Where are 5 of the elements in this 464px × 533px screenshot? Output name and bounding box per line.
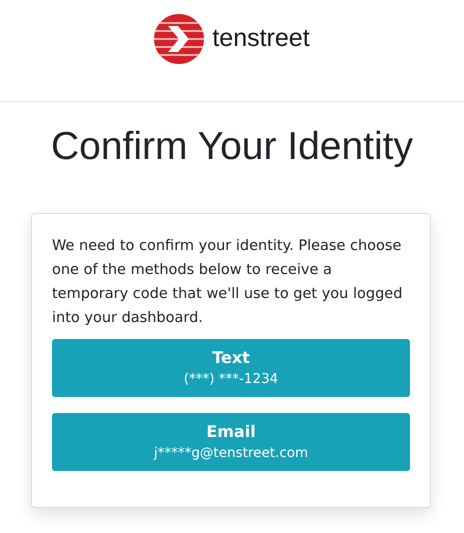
instruction-text: We need to confirm your identity. Please choose one of the methods below to receive a temporary code that we'll use to get you logged into your dashboard. xyxy=(52,237,404,328)
logo-text: tenstreet xyxy=(212,24,310,53)
page-title: Confirm Your Identity xyxy=(50,124,414,170)
method-button[interactable]: Text (***) ***-1234 xyxy=(52,339,410,397)
method-button[interactable]: Email j*****g@tenstreet.com xyxy=(52,413,410,471)
